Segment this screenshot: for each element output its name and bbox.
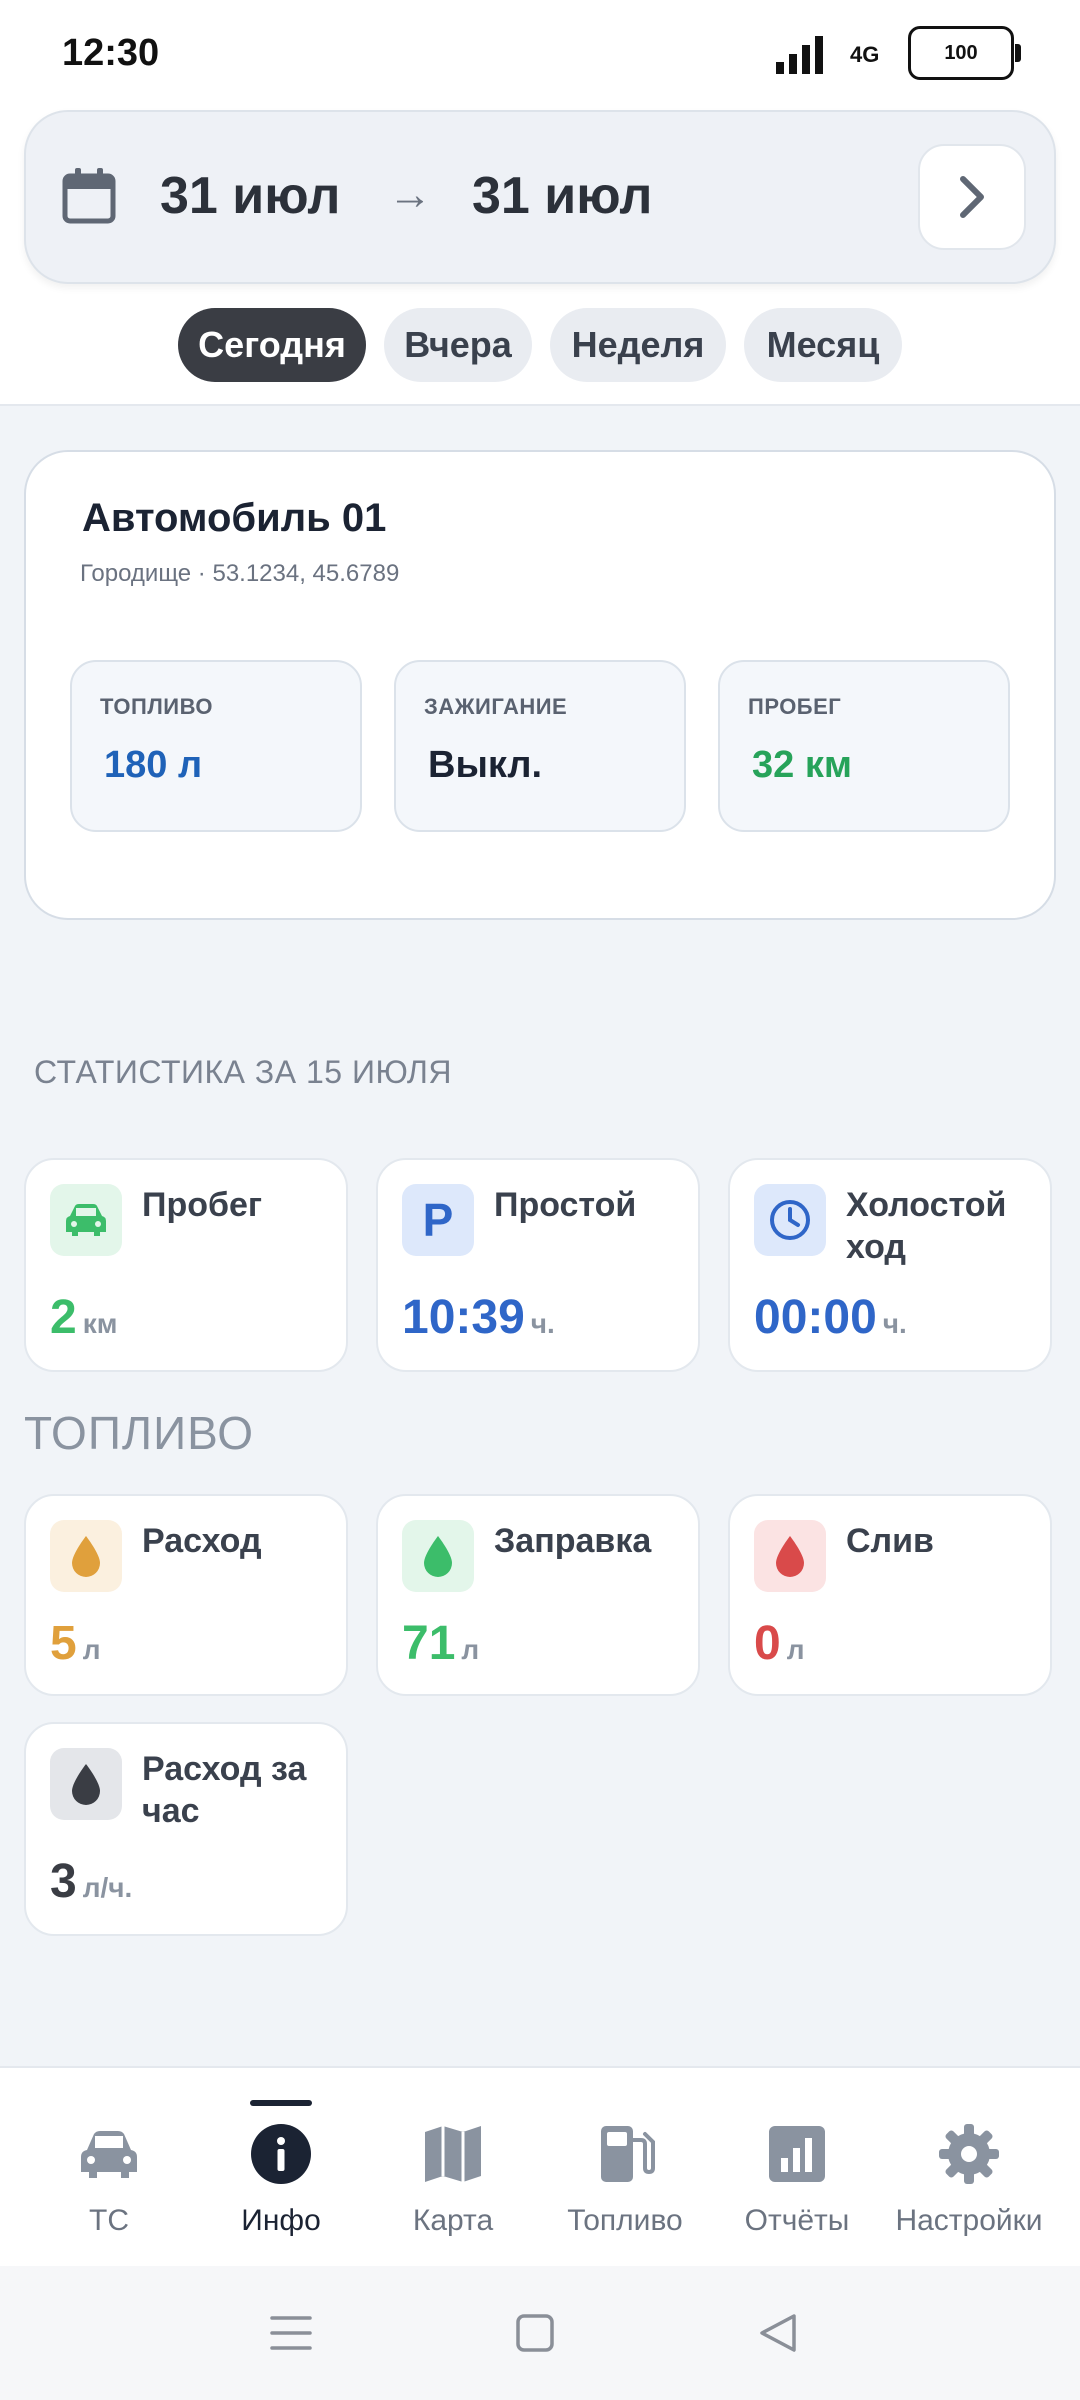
nav-label: ТС	[89, 2204, 129, 2237]
stat-value: 71 л	[402, 1617, 480, 1670]
date-to[interactable]: 31 июл	[472, 166, 652, 226]
network-type: 4G	[850, 42, 880, 67]
date-from[interactable]: 31 июл	[160, 166, 340, 226]
fuel-card-consumption[interactable]: Расход 5л	[24, 1494, 348, 1696]
tab-week[interactable]: Неделя	[550, 308, 726, 382]
tab-today[interactable]: Сегодня	[178, 308, 366, 382]
clock-icon	[754, 1184, 826, 1256]
stat-value: 00:00 ч.	[754, 1291, 907, 1344]
gear-icon	[939, 2124, 999, 2184]
battery-icon: 100	[908, 26, 1021, 80]
header: 31 июл → 31 июл Сегодня Вчера Неделя Мес…	[0, 110, 1080, 406]
metric-label: ПРОБЕГ	[748, 694, 842, 719]
metric-label: ТОПЛИВО	[100, 694, 214, 719]
menu-icon[interactable]	[266, 2308, 316, 2358]
nav-item-fuel[interactable]: Топливо	[539, 2068, 711, 2268]
next-period-button[interactable]	[918, 144, 1026, 250]
metric-mileage: ПРОБЕГ 32 км	[718, 660, 1010, 832]
stat-card-idle[interactable]: P Простой 10:39 ч.	[376, 1158, 700, 1372]
car-icon	[50, 1184, 122, 1256]
nav-label: Карта	[412, 2204, 494, 2237]
drop-icon	[50, 1748, 122, 1820]
stat-card-mileage[interactable]: Пробег 2 км	[24, 1158, 348, 1372]
stat-label: Простой	[494, 1186, 637, 1224]
stats-title: СТАТИСТИКА ЗА 15 ИЮЛЯ	[34, 1054, 452, 1090]
drop-icon	[402, 1520, 474, 1592]
nav-item-map[interactable]: Карта	[367, 2068, 539, 2268]
status-bar: 12:30 4G 100	[0, 0, 1080, 110]
active-indicator	[250, 2100, 312, 2106]
stat-value: 2 км	[50, 1291, 118, 1344]
back-icon[interactable]	[754, 2308, 804, 2358]
stat-value: 0л	[754, 1617, 805, 1670]
fuel-card-refuel[interactable]: Заправка 71 л	[376, 1494, 700, 1696]
nav-item-settings[interactable]: Настройки	[883, 2068, 1055, 2268]
vehicle-card[interactable]: Автомобиль 01 Городище · 53.1234, 45.678…	[24, 450, 1056, 920]
stat-label: Пробег	[142, 1186, 263, 1224]
metric-fuel: ТОПЛИВО 180 л	[70, 660, 362, 832]
nav-label: Топливо	[567, 2204, 683, 2237]
parking-icon: P	[402, 1184, 474, 1256]
nav-item-info[interactable]: Инфо	[195, 2068, 367, 2268]
vehicle-name: Автомобиль 01	[82, 496, 387, 540]
stat-value: 10:39 ч.	[402, 1291, 555, 1344]
nav-item-vehicles[interactable]: ТС	[23, 2068, 195, 2268]
nav-label: Инфо	[241, 2204, 321, 2237]
metric-value: 180 л	[104, 744, 203, 786]
map-icon	[425, 2126, 481, 2182]
stat-card-idling[interactable]: Холостой ход 00:00 ч.	[728, 1158, 1052, 1372]
stat-value: 5л	[50, 1617, 101, 1670]
bottom-nav: ТС Инфо Карта Топливо Отчёты Настройки	[0, 2066, 1080, 2266]
chevron-right-icon	[960, 176, 984, 218]
metric-label: ЗАЖИГАНИЕ	[424, 694, 568, 719]
stat-label: Слив	[846, 1522, 934, 1560]
nav-item-reports[interactable]: Отчёты	[711, 2068, 883, 2268]
stat-label: Расход	[142, 1522, 262, 1560]
nav-label: Отчёты	[744, 2204, 850, 2237]
drop-icon	[754, 1520, 826, 1592]
period-tabs: Сегодня Вчера Неделя Месяц	[0, 308, 1080, 382]
vehicle-location: Городище · 53.1234, 45.6789	[80, 560, 400, 587]
status-time: 12:30	[62, 32, 160, 74]
home-icon[interactable]	[510, 2308, 560, 2358]
info-icon	[251, 2124, 311, 2184]
metric-ignition: ЗАЖИГАНИЕ Выкл.	[394, 660, 686, 832]
date-range-picker[interactable]: 31 июл → 31 июл	[24, 110, 1056, 284]
signal-icon	[776, 36, 823, 74]
car-icon	[81, 2131, 137, 2178]
drop-icon	[50, 1520, 122, 1592]
tab-month[interactable]: Месяц	[744, 308, 902, 382]
battery-level: 100	[944, 41, 978, 64]
fuel-pump-icon	[601, 2126, 655, 2182]
calendar-icon[interactable]	[62, 168, 116, 224]
fuel-card-drain[interactable]: Слив 0л	[728, 1494, 1052, 1696]
stat-label: Расход за час	[142, 1750, 307, 1830]
nav-label: Настройки	[895, 2204, 1043, 2237]
chart-icon	[769, 2126, 825, 2182]
system-nav-bar	[0, 2266, 1080, 2400]
tab-yesterday[interactable]: Вчера	[384, 308, 532, 382]
stat-value: 3 л/ч.	[50, 1855, 133, 1908]
arrow-right-icon: →	[388, 170, 432, 219]
stat-label: Заправка	[494, 1522, 652, 1560]
metric-value: 32 км	[752, 744, 852, 786]
stat-label: Холостой ход	[846, 1186, 1007, 1266]
fuel-section-title: ТОПЛИВО	[24, 1407, 255, 1459]
fuel-card-per-hour[interactable]: Расход за час 3 л/ч.	[24, 1722, 348, 1936]
metric-value: Выкл.	[428, 744, 543, 786]
